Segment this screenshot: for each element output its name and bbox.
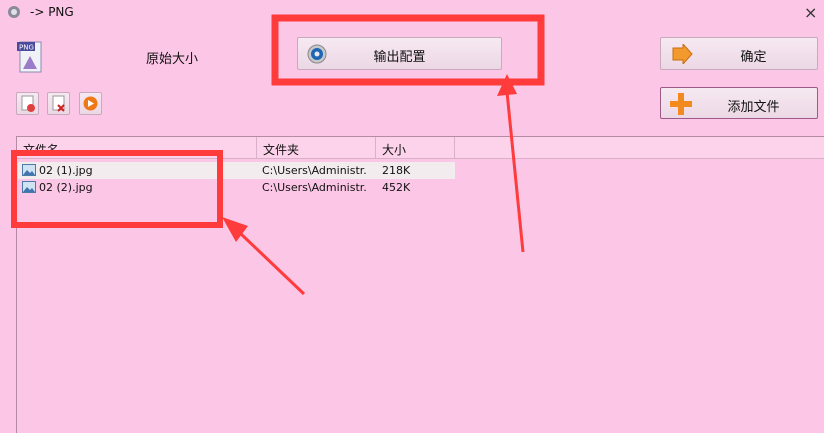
annotation-overlay: [11, 14, 545, 296]
annotation-box-output-config: [271, 14, 545, 86]
annotation-arrow-line-left: [238, 231, 306, 296]
annotation-arrow-line-up: [505, 91, 525, 253]
annotation-box-file-list: [11, 150, 223, 228]
